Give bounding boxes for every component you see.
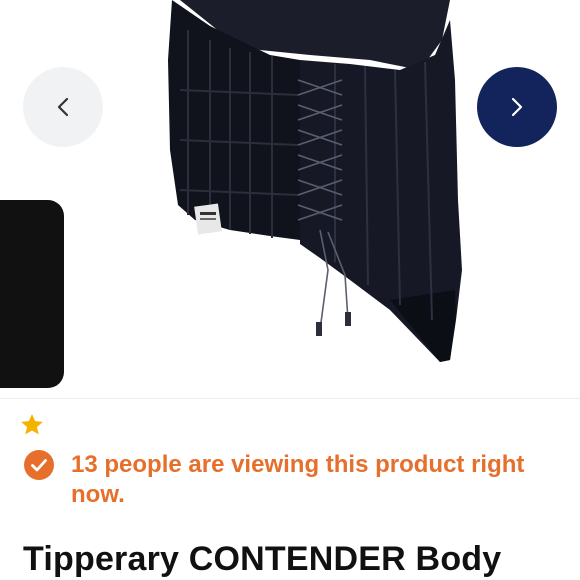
next-image-button[interactable] <box>477 67 557 147</box>
chevron-right-icon <box>511 97 523 117</box>
product-title: Tipperary CONTENDER Body <box>23 540 502 578</box>
check-circle-icon <box>24 450 54 480</box>
product-page: Our Reviews 13 people are viewing this p… <box>0 0 580 580</box>
previous-image-button[interactable] <box>23 67 103 147</box>
chevron-left-icon <box>57 97 69 117</box>
product-image[interactable] <box>150 0 480 380</box>
viewing-notice-text: 13 people are viewing this product right… <box>71 451 525 508</box>
product-gallery <box>0 0 580 399</box>
star-icon <box>21 413 43 435</box>
our-reviews-tab[interactable]: Our Reviews <box>0 200 64 575</box>
